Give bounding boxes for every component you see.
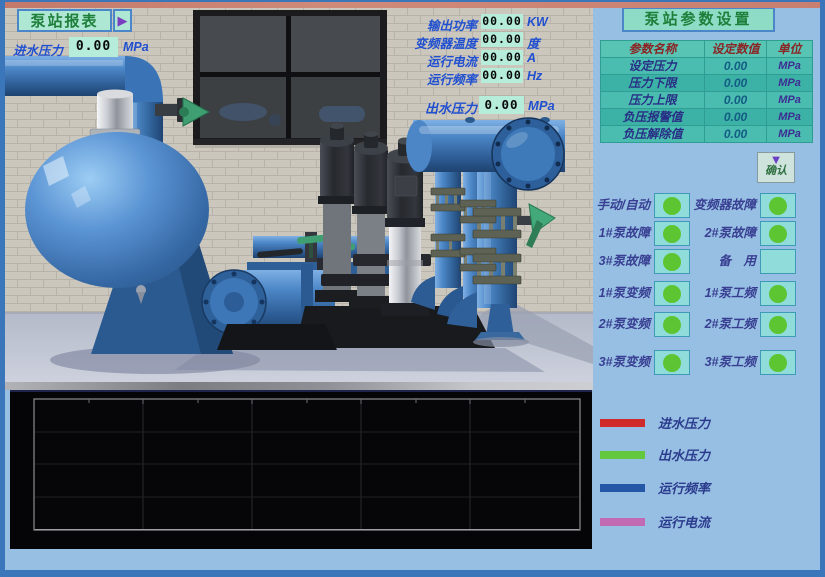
status-light-pump1-mains (760, 281, 796, 306)
indicator-dot (769, 354, 787, 372)
param-value-field[interactable]: 0.00 (705, 92, 767, 109)
table-header-row: 参数名称 设定数值 单位 (601, 41, 813, 58)
inverter-temp-value: 00.00 (481, 32, 523, 47)
inlet-pressure-label: 进水压力 (13, 40, 63, 59)
legend-swatch-running-freq (600, 484, 645, 492)
legend-swatch-inlet-pressure (600, 419, 645, 427)
param-value-field[interactable]: 0.00 (705, 126, 767, 143)
col-header-name: 参数名称 (601, 41, 705, 58)
confirm-button[interactable]: ▼ 确认 (757, 152, 795, 183)
param-value-field[interactable]: 0.00 (705, 109, 767, 126)
status-light-pump3-mains (760, 350, 796, 375)
inlet-pressure-unit: MPa (123, 40, 149, 54)
outlet-pressure-value: 0.00 (479, 96, 524, 114)
status-label-pump3-mains: 3#泵工频 (668, 350, 756, 375)
status-label-pump1-mains: 1#泵工频 (668, 281, 756, 306)
confirm-arrow-icon: ▼ (758, 154, 794, 165)
param-name: 负压解除值 (601, 126, 705, 143)
status-light-inverter-fault (760, 193, 796, 218)
pump-station-hmi-screen: 泵站报表 ▶ 进水压力 0.00 MPa 输出功率 00.00 KW 变频器温度… (0, 0, 825, 577)
outlet-pressure-unit: MPa (528, 98, 555, 113)
param-unit: MPa (767, 126, 813, 143)
legend-label-outlet-pressure: 出水压力 (658, 445, 710, 464)
settings-panel-title: 泵站参数设置 (622, 7, 775, 32)
status-label-manual-auto: 手动/自动 (560, 193, 650, 218)
running-current-value: 00.00 (481, 50, 523, 65)
running-current-label: 运行电流 (347, 51, 477, 70)
status-label-pump2-fault: 2#泵故障 (668, 221, 756, 246)
status-label-pump1-fault: 1#泵故障 (560, 221, 650, 246)
pump-station-3d-view (5, 8, 593, 390)
inverter-temp-unit: 度 (527, 33, 540, 52)
table-row: 负压解除值 0.00 MPa (601, 126, 813, 143)
param-unit: MPa (767, 58, 813, 75)
output-power-unit: KW (527, 15, 548, 29)
indicator-dot (769, 316, 787, 334)
col-header-value: 设定数值 (705, 41, 767, 58)
legend-label-running-freq: 运行频率 (658, 478, 710, 497)
trend-chart (10, 390, 592, 549)
report-page-button[interactable]: 泵站报表 (17, 9, 112, 32)
status-label-pump2-vfd: 2#泵变频 (560, 312, 650, 337)
legend-swatch-outlet-pressure (600, 451, 645, 459)
legend-swatch-running-current (600, 518, 645, 526)
trend-plot-area (33, 398, 581, 532)
indicator-dot (769, 197, 787, 215)
running-freq-value: 00.00 (481, 68, 523, 83)
param-unit: MPa (767, 109, 813, 126)
param-name: 设定压力 (601, 58, 705, 75)
confirm-button-label: 确认 (758, 165, 794, 178)
outlet-pressure-label: 出水压力 (347, 98, 477, 117)
output-power-label: 输出功率 (347, 15, 477, 34)
legend-label-inlet-pressure: 进水压力 (658, 413, 710, 432)
table-row: 压力下限 0.00 MPa (601, 75, 813, 92)
output-power-value: 00.00 (481, 14, 523, 29)
running-freq-label: 运行频率 (347, 69, 477, 88)
status-light-spare (760, 249, 796, 274)
param-unit: MPa (767, 92, 813, 109)
status-label-pump3-fault: 3#泵故障 (560, 249, 650, 274)
col-header-unit: 单位 (767, 41, 813, 58)
status-light-pump2-mains (760, 312, 796, 337)
running-freq-unit: Hz (527, 69, 542, 83)
indicator-dot (769, 225, 787, 243)
status-light-pump2-fault (760, 221, 796, 246)
param-value-field[interactable]: 0.00 (705, 75, 767, 92)
param-name: 压力下限 (601, 75, 705, 92)
status-label-inverter-fault: 变频器故障 (668, 193, 756, 218)
status-label-pump1-vfd: 1#泵变频 (560, 281, 650, 306)
inverter-temp-label: 变频器温度 (347, 33, 477, 52)
wall-top-strip (2, 2, 823, 8)
inlet-pressure-value: 0.00 (69, 37, 118, 57)
table-row: 负压报警值 0.00 MPa (601, 109, 813, 126)
status-label-spare: 备 用 (668, 249, 756, 274)
table-row: 压力上限 0.00 MPa (601, 92, 813, 109)
running-current-unit: A (527, 51, 536, 65)
param-value-field[interactable]: 0.00 (705, 58, 767, 75)
table-row: 设定压力 0.00 MPa (601, 58, 813, 75)
indicator-dot (769, 285, 787, 303)
parameter-table: 参数名称 设定数值 单位 设定压力 0.00 MPa 压力下限 0.00 MPa… (600, 40, 813, 143)
param-name: 负压报警值 (601, 109, 705, 126)
param-unit: MPa (767, 75, 813, 92)
param-name: 压力上限 (601, 92, 705, 109)
status-label-pump3-vfd: 3#泵变频 (560, 350, 650, 375)
report-play-icon[interactable]: ▶ (113, 9, 132, 32)
status-label-pump2-mains: 2#泵工频 (668, 312, 756, 337)
legend-label-running-current: 运行电流 (658, 512, 710, 531)
